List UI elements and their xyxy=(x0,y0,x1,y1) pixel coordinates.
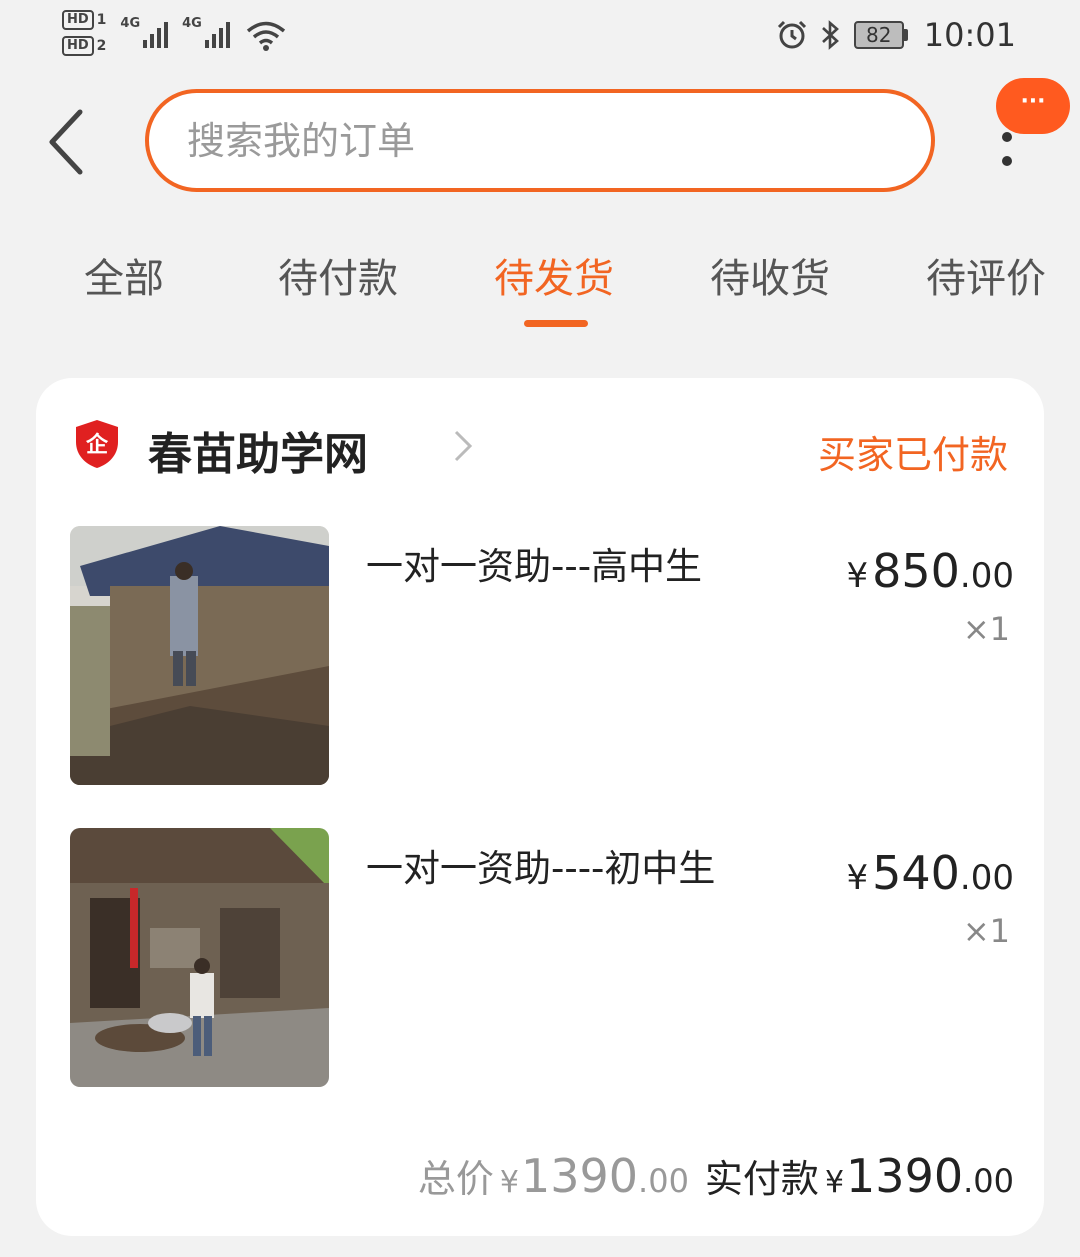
total-currency: ¥ xyxy=(499,1165,519,1200)
tab-pending-payment[interactable]: 待付款 xyxy=(278,246,398,304)
enterprise-shield-icon: 企 xyxy=(76,420,118,468)
tab-pending-receipt[interactable]: 待收货 xyxy=(710,246,830,304)
clock-time: 10:01 xyxy=(923,16,1016,54)
tab-all[interactable]: 全部 xyxy=(84,246,164,304)
wifi-icon xyxy=(246,21,285,51)
tab-pending-review[interactable]: 待评价 xyxy=(926,246,1046,304)
shop-header[interactable]: 企 春苗助学网 买家已付款 xyxy=(74,418,1008,480)
search-input[interactable] xyxy=(187,118,931,163)
back-icon[interactable] xyxy=(44,106,88,178)
sim1-indicator: HD 1 xyxy=(62,10,106,30)
shop-name[interactable]: 春苗助学网 xyxy=(148,418,368,482)
total-label: 总价 xyxy=(417,1157,494,1201)
item-price: ¥540.00 xyxy=(846,846,1014,900)
total-amount: 1390 xyxy=(520,1149,639,1203)
shop-badge-glyph: 企 xyxy=(85,432,109,458)
more-menu-button[interactable]: ··· xyxy=(990,76,1070,176)
battery-icon: 82 xyxy=(853,21,908,49)
chevron-right-icon[interactable] xyxy=(452,428,474,464)
item-title[interactable]: 一对一资助----初中生 xyxy=(366,838,715,892)
paid-amount: 1390 xyxy=(846,1149,964,1203)
sim2-indicator: HD 2 xyxy=(62,36,106,56)
status-bar: HD 1 HD 2 4G 4G 82 10:01 xyxy=(0,0,1080,78)
item-price: ¥850.00 xyxy=(846,544,1014,598)
bluetooth-icon xyxy=(821,20,839,50)
message-badge[interactable]: ··· xyxy=(996,78,1070,134)
active-tab-indicator xyxy=(524,320,588,327)
paid-decimal: .00 xyxy=(963,1162,1014,1200)
more-dots-icon[interactable] xyxy=(1002,132,1014,166)
paid-currency: ¥ xyxy=(824,1165,845,1200)
search-bar[interactable] xyxy=(145,89,935,192)
tab-pending-shipment[interactable]: 待发货 xyxy=(494,246,614,304)
signal-icon-1: 4G xyxy=(120,16,169,48)
product-image[interactable] xyxy=(70,526,329,785)
paid-label: 实付款 xyxy=(704,1157,819,1201)
order-item[interactable]: 一对一资助----初中生 ¥540.00 ×1 xyxy=(36,828,1044,1090)
item-quantity: ×1 xyxy=(962,912,1010,950)
item-quantity: ×1 xyxy=(962,610,1010,648)
order-totals: 总价 ¥ 1390 .00 实付款 ¥ 1390 .00 xyxy=(418,1148,1014,1203)
alarm-icon xyxy=(777,20,806,49)
product-image[interactable] xyxy=(70,828,329,1087)
order-status-label: 买家已付款 xyxy=(817,433,1008,477)
order-item[interactable]: 一对一资助---高中生 ¥850.00 ×1 xyxy=(36,526,1044,788)
order-card: 企 春苗助学网 买家已付款 一对一资助---高中生 ¥850.00 ×1 一对一… xyxy=(36,378,1044,1236)
item-title[interactable]: 一对一资助---高中生 xyxy=(366,536,702,590)
signal-icon-2: 4G xyxy=(182,16,230,48)
total-decimal: .00 xyxy=(638,1162,689,1200)
